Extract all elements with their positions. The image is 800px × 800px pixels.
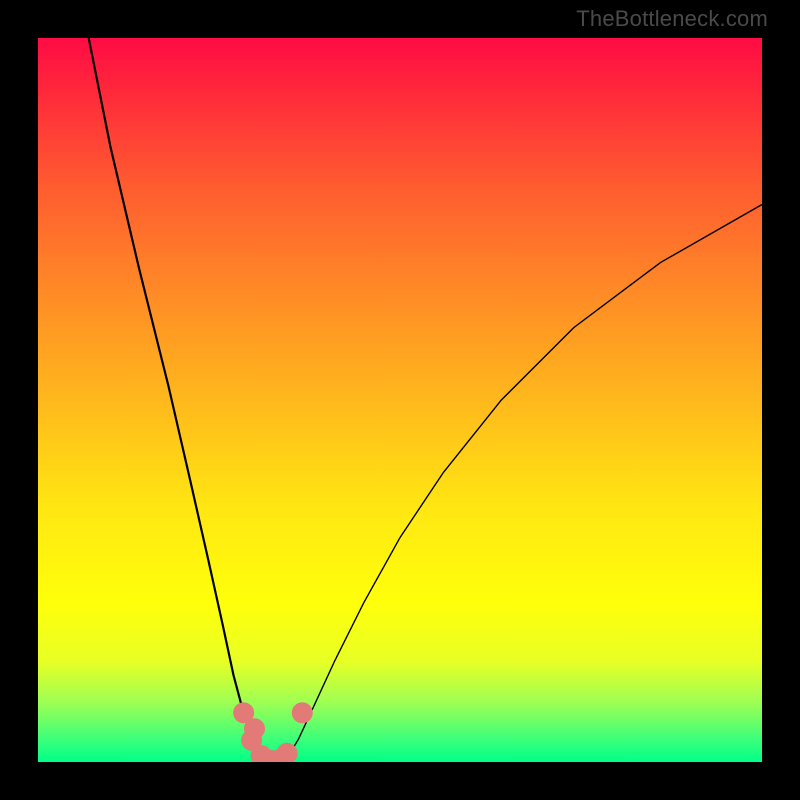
plot-area <box>38 38 762 762</box>
data-marker <box>292 702 313 723</box>
curve-right <box>284 205 762 761</box>
curve-left <box>89 38 263 761</box>
data-marker <box>244 718 265 739</box>
chart-svg <box>38 38 762 762</box>
watermark-text: TheBottleneck.com <box>576 6 768 32</box>
marker-group <box>233 702 313 762</box>
frame: TheBottleneck.com <box>0 0 800 800</box>
